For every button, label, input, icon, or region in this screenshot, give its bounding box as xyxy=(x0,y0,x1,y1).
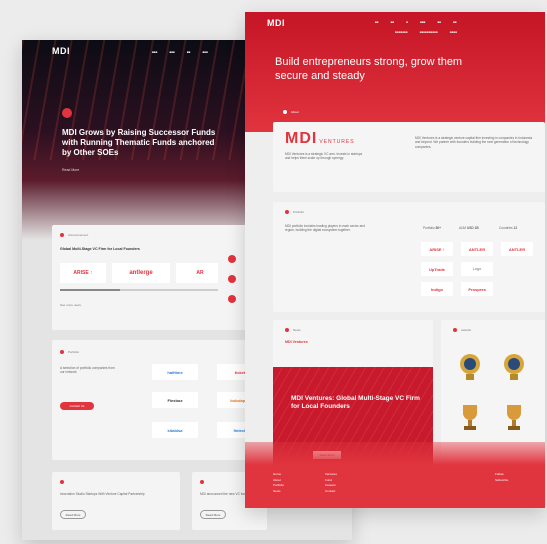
top-nav[interactable]: ■■■ ■■■ ■■ ■■■ xyxy=(152,50,208,54)
logo-prospera[interactable]: Prospera xyxy=(461,282,493,296)
stat-1: Portfolio 80+ xyxy=(423,226,442,230)
logo-indigo[interactable]: Indigo xyxy=(421,282,453,296)
hero-icon xyxy=(62,108,72,118)
logo-flexbox[interactable]: Flexbox xyxy=(152,392,198,408)
about-tag: About xyxy=(283,110,299,114)
brand-logo: MDI VENTURES xyxy=(285,130,355,147)
news-title-1: Innovation Studio Startups With Venture … xyxy=(60,492,145,496)
stat-3: Countries 12 xyxy=(499,226,518,230)
award-badge-icon xyxy=(504,354,524,380)
portfolio-card: Portfolio A selection of portfolio compa… xyxy=(52,340,277,460)
footer-col-2[interactable]: Ventures Fund Careers Contact xyxy=(325,472,337,495)
logo-antler-2[interactable]: ANTLER xyxy=(501,242,533,256)
mdi-logo: MDI xyxy=(267,18,285,28)
sub-nav[interactable]: ■■■■■■■ ■■■■■■■■■■ ■■■■ xyxy=(395,30,457,34)
tagline: Build entrepreneurs strong, grow them se… xyxy=(275,56,463,82)
portfolio-tag: Portfolio xyxy=(285,210,304,214)
logo-ar[interactable]: AR xyxy=(176,263,224,283)
stat-2: AUM USD 1B xyxy=(459,226,479,230)
portfolio-card: Portfolio MDI portfolio includes leading… xyxy=(273,202,545,312)
announcement-card: Announcement Global Multi-Stage VC Firm … xyxy=(52,225,232,330)
front-page-screenshot: MDI ■■ ■■ ■ ■■■ ■■ ■■ ■■■■■■■ ■■■■■■■■■■ ■■■■ B… xyxy=(245,12,545,508)
trophy-icon xyxy=(507,405,521,430)
card-tag: Announcement xyxy=(60,233,88,237)
read-more-button-2[interactable]: Read More xyxy=(200,510,226,519)
mdi-logo: MDI xyxy=(52,46,70,56)
logo-uptrade[interactable]: UpTrade xyxy=(421,262,453,276)
trophy-icon xyxy=(463,405,477,430)
news-card-1: Innovation Studio Startups With Venture … xyxy=(52,472,180,530)
card-link[interactable]: See more news xyxy=(60,303,81,307)
about-paragraph: MDI Ventures is a strategic venture capi… xyxy=(415,136,533,149)
footer: Home About Portfolio News Ventures Fund Caree… xyxy=(245,442,545,508)
portfolio-tag: Portfolio xyxy=(60,350,79,354)
news-title: MDI Ventures xyxy=(285,340,308,344)
logo-arise[interactable]: ARISE ↑ xyxy=(421,242,453,256)
read-more-button-1[interactable]: Read More xyxy=(60,510,86,519)
logo-arise[interactable]: ARISE ↑ xyxy=(60,263,106,283)
awards-tag: Awards xyxy=(453,328,471,332)
awards-card: Awards xyxy=(441,320,545,460)
card-title: Global Multi-Stage VC Firm for Local Fou… xyxy=(60,247,140,251)
carousel-track[interactable] xyxy=(60,289,220,291)
footer-col-1[interactable]: Home About Portfolio News xyxy=(273,472,284,495)
promo-title: MDI Ventures: Global Multi-Stage VC Firm… xyxy=(291,395,420,411)
hero-title: MDI Grows by Raising Successor Funds wit… xyxy=(62,128,216,157)
logo-kitabisa[interactable]: kitabisa xyxy=(152,422,198,438)
logo-generic[interactable]: Logo xyxy=(461,262,493,276)
logo-antlerge[interactable]: antlerge xyxy=(112,263,170,283)
portfolio-text: A selection of portfolio companies from … xyxy=(60,366,115,375)
portfolio-paragraph: MDI portfolio includes leading players i… xyxy=(285,224,365,233)
award-badge-icon xyxy=(460,354,480,380)
brand-paragraph: MDI Ventures is a strategic VC arm. Inve… xyxy=(285,152,363,161)
news-tag: News xyxy=(285,328,301,332)
hero-readmore[interactable]: Read More xyxy=(62,168,79,172)
footer-col-right[interactable]: Follow Subscribe xyxy=(495,472,508,483)
contact-button[interactable]: Contact Us xyxy=(60,402,94,410)
logo-antler-1[interactable]: ANTLER xyxy=(461,242,493,256)
logo-halftime[interactable]: halftime xyxy=(152,364,198,380)
top-nav[interactable]: ■■ ■■ ■ ■■■ ■■ ■■ xyxy=(375,20,457,24)
